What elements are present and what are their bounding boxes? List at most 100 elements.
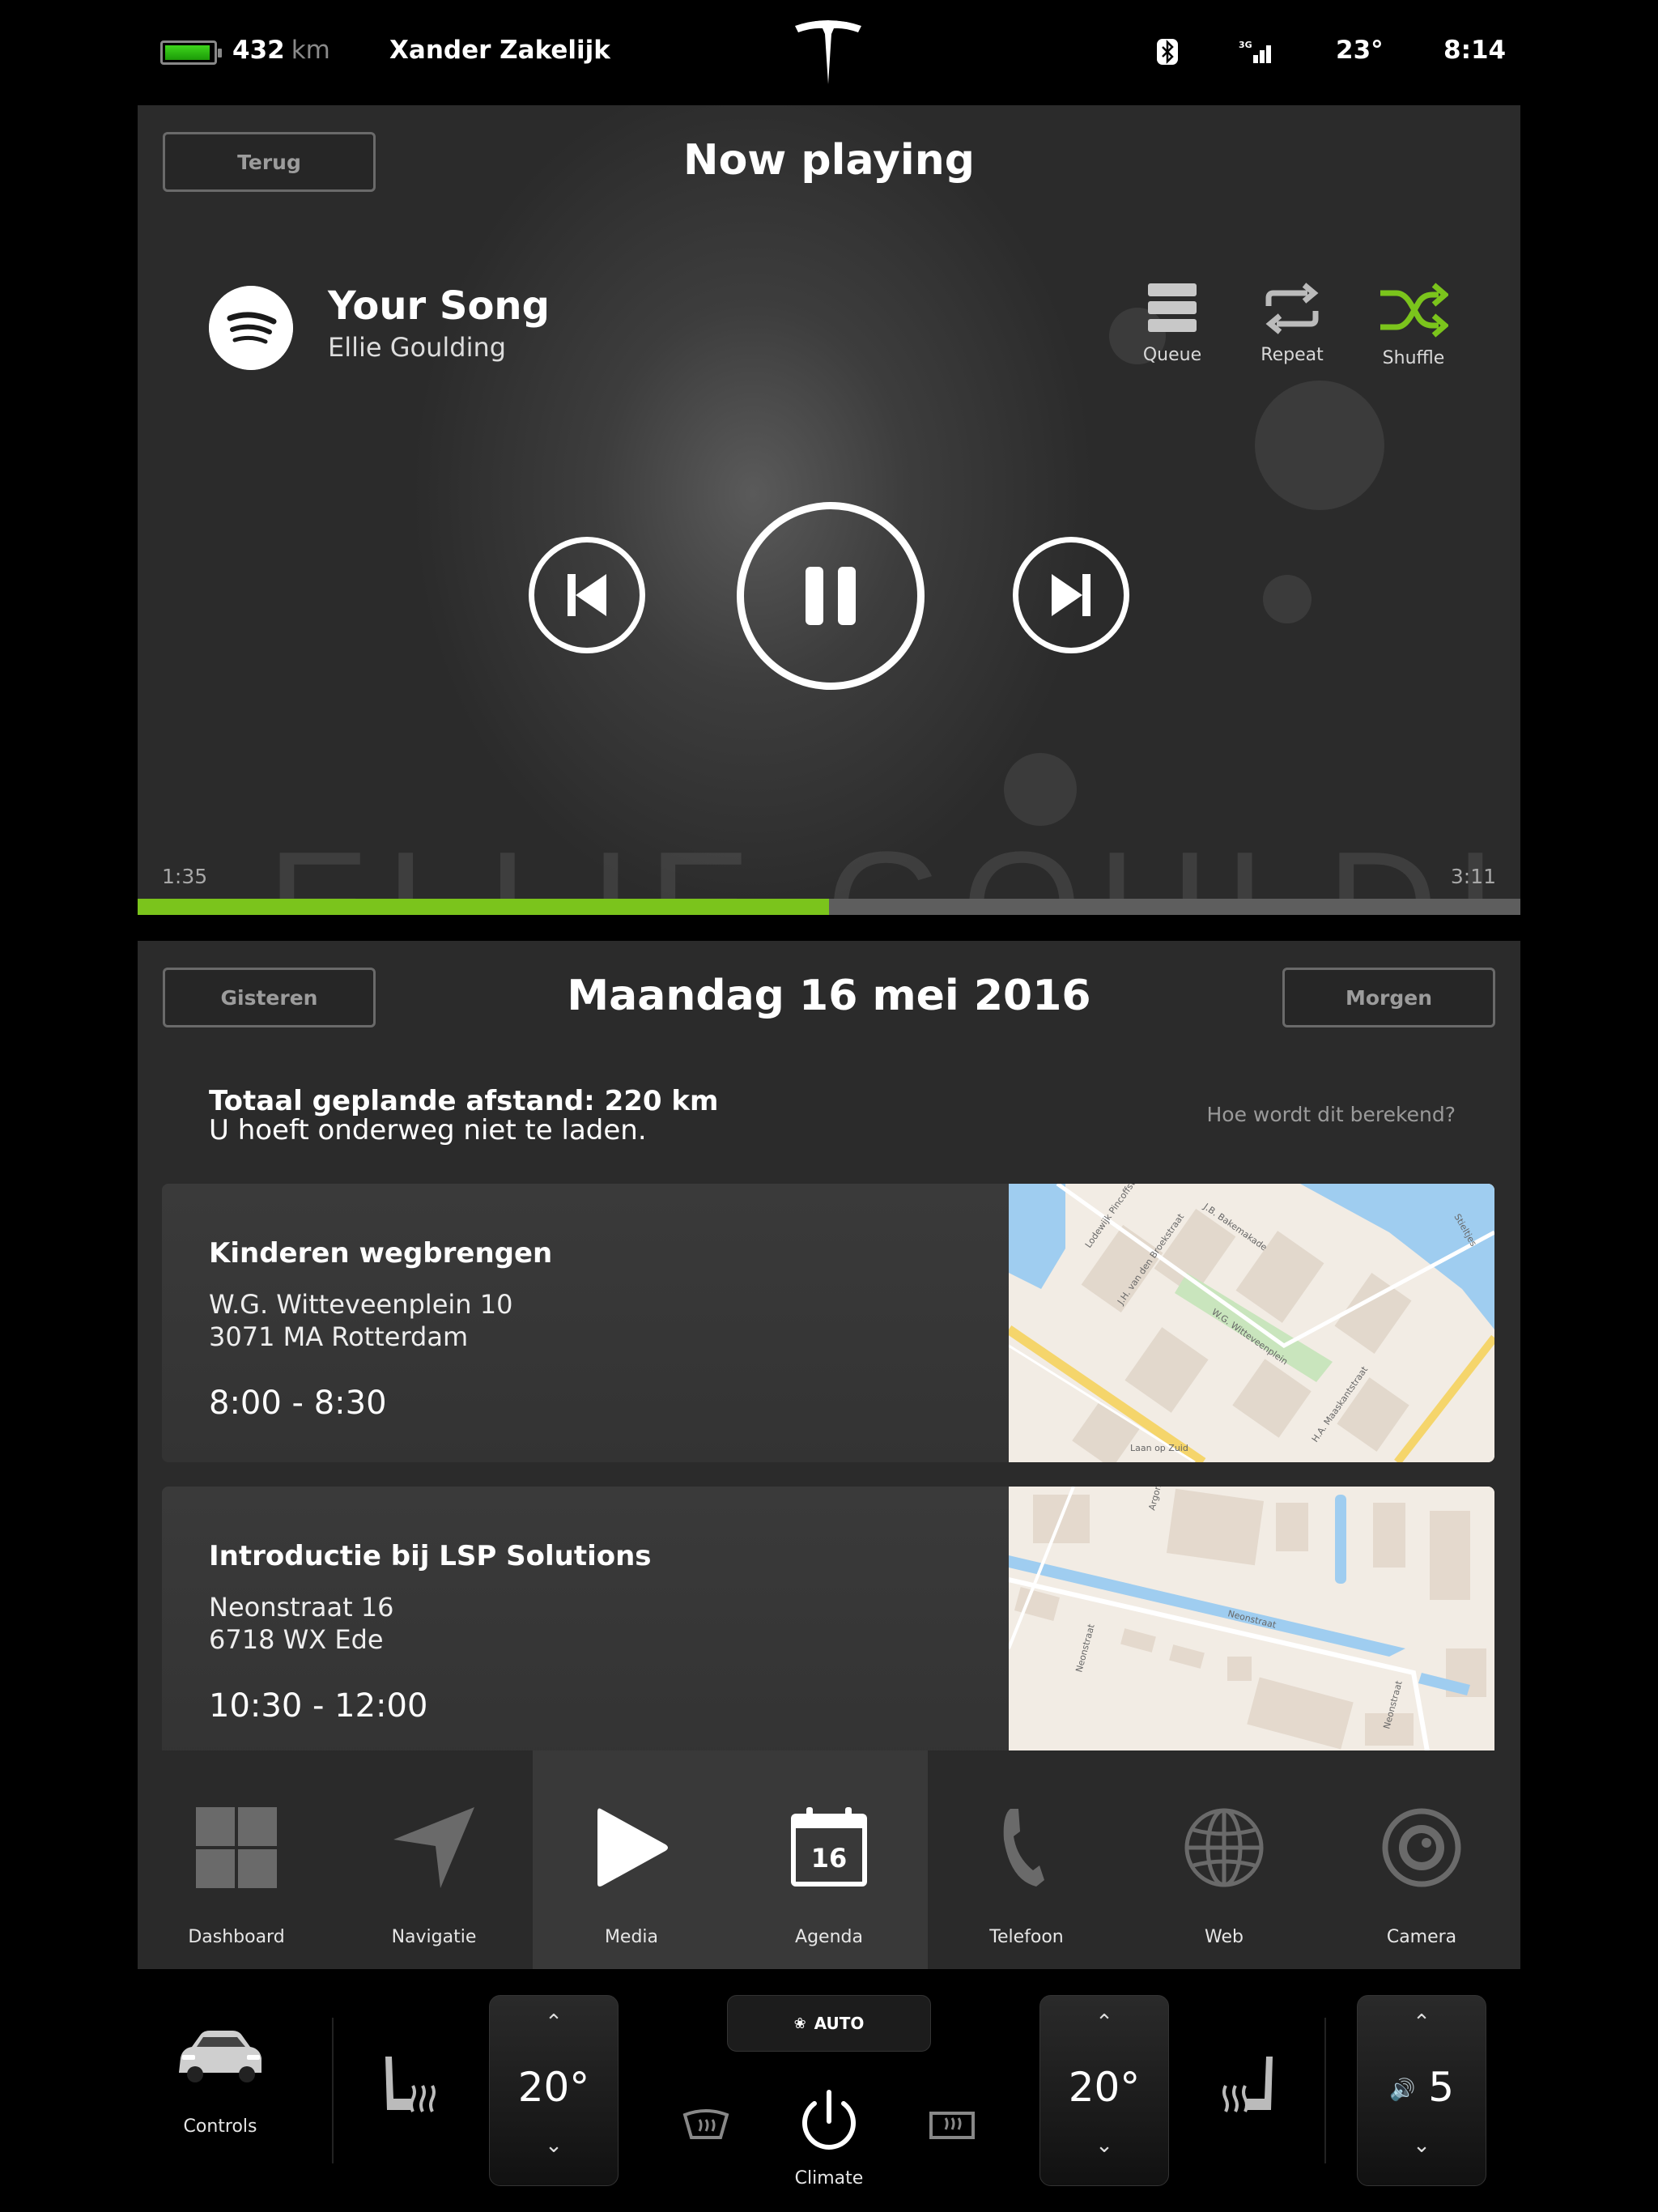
skip-back-icon (568, 574, 606, 616)
driver-temperature-control: ⌃ 20° ⌄ (489, 1995, 619, 2186)
globe-icon (1184, 1808, 1264, 1887)
event-address-street: Neonstraat 16 (209, 1592, 394, 1623)
dashboard-grid-icon (196, 1807, 277, 1888)
range-readout: 432 km (232, 36, 330, 65)
volume-level: 5 (1428, 2064, 1455, 2111)
song-title: Your Song (328, 283, 550, 329)
charging-note: U hoeft onderweg niet te laden. (209, 1114, 647, 1146)
event-map[interactable]: Neonstraat Neonstraat Neonstraat Argon (1009, 1487, 1494, 1750)
volume-down-button[interactable]: ⌄ (1358, 2133, 1486, 2158)
agenda-event[interactable]: Kinderen wegbrengen W.G. Witteveenplein … (162, 1184, 1494, 1462)
dock-item-agenda[interactable]: 16 Agenda (730, 1750, 928, 1969)
trip-summary: Totaal geplande afstand: 220 km U hoeft … (209, 1087, 718, 1145)
shuffle-button[interactable]: Shuffle (1357, 282, 1470, 368)
track-duration: 3:11 (1450, 865, 1496, 888)
dock-item-media[interactable]: Media (533, 1750, 730, 1969)
event-address-street: W.G. Witteveenplein 10 (209, 1289, 513, 1320)
rear-defrost-icon[interactable] (928, 2108, 976, 2144)
controls-label: Controls (183, 2116, 257, 2137)
repeat-button[interactable]: Repeat (1235, 282, 1349, 365)
dock-item-label: Agenda (795, 1927, 863, 1947)
cellular-signal-icon: 3G (1239, 40, 1271, 63)
climate-label: Climate (794, 2168, 864, 2189)
elapsed-time: 1:35 (162, 865, 208, 888)
dock-item-label: Camera (1386, 1927, 1457, 1947)
car-icon (179, 2031, 261, 2082)
navigation-arrow-icon (393, 1807, 474, 1888)
range-value: 432 (232, 36, 285, 65)
previous-track-button[interactable] (529, 537, 645, 653)
speaker-icon: 🔊 (1388, 2078, 1416, 2103)
next-day-button[interactable]: Morgen (1282, 968, 1495, 1027)
bokeh-decoration (1255, 381, 1384, 510)
shuffle-label: Shuffle (1382, 348, 1445, 368)
map-street-label: Laan op Zuid (1130, 1443, 1188, 1453)
camera-icon (1382, 1808, 1461, 1887)
now-playing-panel: ELLIE GOULDING Terug Now playing Your So… (138, 105, 1520, 915)
calendar-icon: 16 (791, 1807, 867, 1887)
battery-level (165, 45, 210, 60)
event-time: 10:30 - 12:00 (209, 1687, 428, 1725)
driver-temp-down-button[interactable]: ⌄ (490, 2133, 618, 2158)
fan-icon: ❀ (793, 2014, 806, 2032)
passenger-temperature: 20° (1068, 2064, 1141, 2111)
bokeh-decoration (1004, 753, 1077, 826)
divider (332, 2018, 334, 2163)
driver-temp-up-button[interactable]: ⌃ (490, 2010, 618, 2035)
driver-temperature: 20° (517, 2064, 590, 2111)
tesla-logo-icon (795, 19, 861, 84)
play-icon (597, 1808, 668, 1887)
event-title: Introductie bij LSP Solutions (209, 1540, 652, 1572)
agenda-event[interactable]: Introductie bij LSP Solutions Neonstraat… (162, 1487, 1494, 1750)
skip-forward-icon (1052, 574, 1090, 616)
bluetooth-icon (1157, 39, 1178, 65)
passenger-temperature-control: ⌃ 20° ⌄ (1039, 1995, 1169, 2186)
dock-item-camera[interactable]: Camera (1323, 1750, 1520, 1969)
network-type: 3G (1239, 40, 1252, 50)
divider (1324, 2018, 1326, 2163)
battery-icon (160, 40, 222, 65)
phone-icon (1003, 1809, 1044, 1887)
event-map[interactable]: Lodewijk Pincoffsweg J.H. van den Broeks… (1009, 1184, 1494, 1462)
repeat-label: Repeat (1261, 345, 1324, 365)
clock: 8:14 (1443, 36, 1507, 65)
dock-item-web[interactable]: Web (1125, 1750, 1323, 1969)
event-time: 8:00 - 8:30 (209, 1385, 387, 1422)
event-title: Kinderen wegbrengen (209, 1237, 553, 1270)
song-artist: Ellie Goulding (328, 332, 507, 363)
dock-item-label: Dashboard (188, 1927, 285, 1947)
pause-button[interactable] (737, 502, 925, 690)
driver-profile-name[interactable]: Xander Zakelijk (389, 36, 610, 65)
passenger-temp-up-button[interactable]: ⌃ (1040, 2010, 1168, 2035)
repeat-icon (1265, 283, 1319, 334)
dock-item-label: Web (1205, 1927, 1244, 1947)
status-bar: 432 km Xander Zakelijk 3G 23° 8:14 (0, 0, 1658, 105)
calculation-info-link[interactable]: Hoe wordt dit berekend? (1207, 1103, 1456, 1126)
app-dock: Dashboard Navigatie Media 16 Agenda Tele… (138, 1750, 1520, 1969)
dock-item-telefoon[interactable]: Telefoon (928, 1750, 1125, 1969)
queue-icon (1148, 283, 1197, 332)
queue-button[interactable]: Queue (1116, 282, 1229, 365)
queue-label: Queue (1142, 345, 1202, 365)
passenger-temp-down-button[interactable]: ⌄ (1040, 2133, 1168, 2158)
event-address-city: 3071 MA Rotterdam (209, 1321, 469, 1352)
volume-up-button[interactable]: ⌃ (1358, 2010, 1486, 2035)
progress-bar[interactable] (138, 899, 1520, 915)
agenda-panel: Gisteren Maandag 16 mei 2016 Morgen Tota… (138, 941, 1520, 1750)
climate-power-button[interactable]: Climate (789, 2089, 869, 2191)
event-address-city: 6718 WX Ede (209, 1624, 384, 1655)
next-track-button[interactable] (1013, 537, 1129, 653)
seat-heater-right-icon[interactable] (1216, 2053, 1278, 2126)
seat-heater-left-icon[interactable] (380, 2053, 442, 2126)
spotify-icon (209, 286, 293, 370)
dock-item-dashboard[interactable]: Dashboard (138, 1750, 335, 1969)
pause-icon (806, 567, 856, 625)
controls-button[interactable]: Controls (170, 2026, 270, 2147)
calendar-day: 16 (811, 1843, 848, 1874)
dock-item-label: Media (604, 1927, 659, 1947)
dock-item-navigatie[interactable]: Navigatie (335, 1750, 533, 1969)
range-unit: km (291, 36, 330, 65)
auto-climate-button[interactable]: ❀ AUTO (727, 1995, 931, 2052)
front-defrost-icon[interactable] (682, 2108, 730, 2144)
volume-control: ⌃ 🔊 5 ⌄ (1357, 1995, 1486, 2186)
